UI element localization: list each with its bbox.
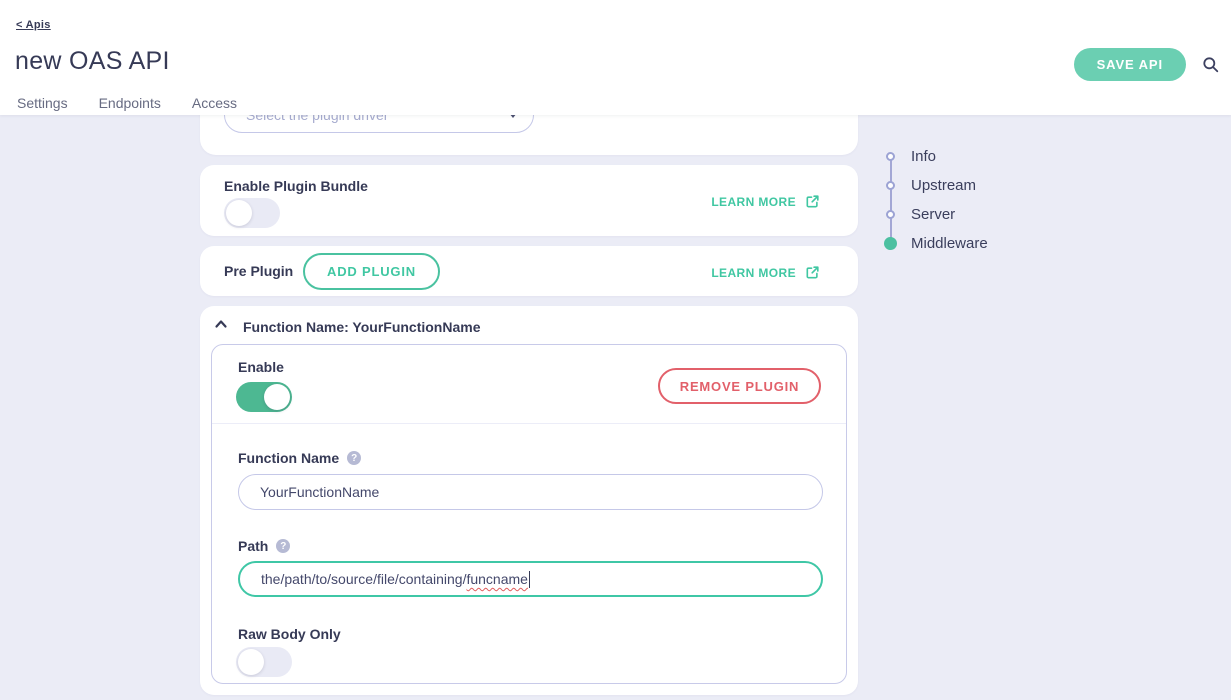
raw-body-only-label: Raw Body Only <box>238 626 341 642</box>
divider <box>212 423 846 424</box>
stepper-item-middleware[interactable]: Middleware <box>884 229 988 258</box>
page-header: < Apis new OAS API Settings Endpoints Ac… <box>0 0 1231 115</box>
external-link-icon <box>805 194 820 209</box>
toggle-knob <box>264 384 290 410</box>
plugin-config-panel: Enable REMOVE PLUGIN Function Name ? Pat… <box>211 344 847 684</box>
stepper-dot-active <box>884 237 897 250</box>
breadcrumb-apis-link[interactable]: < Apis <box>16 19 51 31</box>
stepper-dot <box>886 152 895 161</box>
plugin-bundle-toggle[interactable] <box>224 198 280 228</box>
text-cursor <box>529 571 531 588</box>
tab-endpoints[interactable]: Endpoints <box>99 95 161 119</box>
chevron-up-icon <box>213 316 229 337</box>
path-value: the/path/to/source/file/containing/ <box>261 571 466 587</box>
help-icon[interactable]: ? <box>347 451 361 465</box>
plugin-bundle-label: Enable Plugin Bundle <box>224 178 368 194</box>
toggle-knob <box>238 649 264 675</box>
help-icon[interactable]: ? <box>276 539 290 553</box>
learn-more-label: LEARN MORE <box>711 266 796 280</box>
stepper-item-server[interactable]: Server <box>884 200 988 229</box>
enable-toggle[interactable] <box>236 382 292 412</box>
pre-plugin-label: Pre Plugin <box>224 263 293 279</box>
enable-label: Enable <box>238 359 284 375</box>
add-plugin-button[interactable]: ADD PLUGIN <box>303 253 440 290</box>
remove-plugin-button[interactable]: REMOVE PLUGIN <box>658 368 821 404</box>
function-name-label: Function Name ? <box>238 450 361 466</box>
app-canvas: Select the plugin driver Enable Plugin B… <box>0 0 1231 700</box>
search-icon[interactable] <box>1202 56 1219 73</box>
raw-body-only-toggle[interactable] <box>236 647 292 677</box>
save-api-button[interactable]: SAVE API <box>1074 48 1186 81</box>
path-label: Path ? <box>238 538 290 554</box>
pre-plugin-learn-more-link[interactable]: LEARN MORE <box>711 265 820 280</box>
path-input[interactable]: the/path/to/source/file/containing/funcn… <box>238 561 823 597</box>
stepper-item-upstream[interactable]: Upstream <box>884 171 988 200</box>
plugin-config-title: Function Name: YourFunctionName <box>243 319 481 335</box>
path-value-misspelled: funcname <box>466 571 527 587</box>
tab-settings[interactable]: Settings <box>17 95 68 119</box>
stepper-dot <box>886 210 895 219</box>
pre-plugin-card: Pre Plugin ADD PLUGIN LEARN MORE <box>200 246 858 296</box>
function-name-input[interactable] <box>238 474 823 510</box>
plugin-config-card: Function Name: YourFunctionName Enable R… <box>200 306 858 695</box>
plugin-bundle-card: Enable Plugin Bundle LEARN MORE <box>200 165 858 236</box>
stepper-dot <box>886 181 895 190</box>
external-link-icon <box>805 265 820 280</box>
toggle-knob <box>226 200 252 226</box>
learn-more-label: LEARN MORE <box>711 195 796 209</box>
section-stepper: Info Upstream Server Middleware <box>884 142 988 258</box>
stepper-item-info[interactable]: Info <box>884 142 988 171</box>
plugin-config-header[interactable]: Function Name: YourFunctionName <box>213 316 481 337</box>
plugin-bundle-learn-more-link[interactable]: LEARN MORE <box>711 194 820 209</box>
tab-bar: Settings Endpoints Access <box>17 95 237 119</box>
page-title: new OAS API <box>15 47 170 76</box>
tab-access[interactable]: Access <box>192 95 237 119</box>
